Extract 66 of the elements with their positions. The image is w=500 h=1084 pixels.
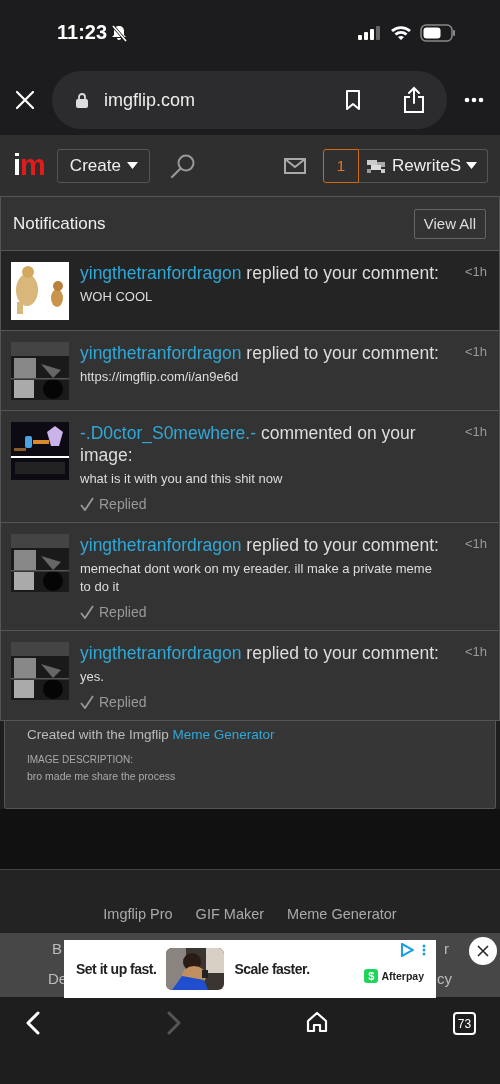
share-icon[interactable] — [403, 86, 425, 114]
footer-link[interactable]: Meme Generator — [287, 906, 397, 922]
footer-link[interactable]: B — [52, 940, 62, 970]
play-icon[interactable] — [400, 943, 414, 957]
notification-message: yes. — [80, 668, 105, 686]
lock-icon — [76, 92, 88, 108]
notification-title: yingthetranfordragon replied to your comment: — [80, 262, 439, 284]
notification-time: <1h — [464, 263, 487, 281]
close-icon — [477, 945, 489, 957]
home-icon[interactable] — [306, 1011, 329, 1033]
back-icon[interactable] — [25, 1011, 41, 1035]
username-link[interactable]: yingthetranfordragon — [80, 643, 242, 663]
notification-message: memechat dont work on my ereader. ill make a private meme to do it — [80, 560, 433, 596]
notification-title: yingthetranfordragon replied to your comment: — [80, 342, 439, 364]
notification-time: <1h — [464, 423, 487, 441]
search-icon[interactable] — [169, 152, 196, 179]
status-time: 11:23 — [57, 21, 108, 44]
username-link[interactable]: yingthetranfordragon — [80, 263, 242, 283]
caret-icon — [126, 162, 138, 169]
notification-title: yingthetranfordragon replied to your comment: — [80, 642, 439, 664]
bookmark-icon[interactable] — [345, 90, 361, 110]
wifi-icon — [390, 24, 412, 41]
notification-row[interactable]: yingthetranfordragon replied to your comment: <1h WOH COOL — [1, 251, 499, 331]
caret-icon — [466, 162, 477, 169]
view-all-button[interactable]: View All — [413, 208, 486, 239]
description-text: bro made me share the process — [27, 770, 177, 782]
mail-icon[interactable] — [284, 157, 307, 174]
panel-title: Notifications — [13, 213, 106, 234]
notification-time: <1h — [464, 535, 487, 553]
url-text: imgflip.com — [104, 89, 196, 111]
footer-link[interactable]: r — [444, 940, 449, 970]
notification-time: <1h — [464, 343, 487, 361]
notification-time: <1h — [464, 643, 487, 661]
notification-title: -.D0ctor_S0mewhere.- commented on your image: — [80, 422, 417, 466]
signal-icon — [358, 25, 382, 40]
ad-banner[interactable]: Set it up fast. Scale faster. $ Afterpay — [64, 940, 436, 998]
replied-label: Replied — [99, 496, 147, 512]
ad-tagline: Scale faster. — [234, 961, 310, 977]
close-icon[interactable] — [15, 90, 35, 110]
user-menu-button[interactable]: RewriteS — [359, 148, 488, 183]
replied-label: Replied — [99, 694, 147, 710]
username-link[interactable]: yingthetranfordragon — [80, 343, 242, 363]
battery-icon — [420, 23, 456, 42]
brand-name: Afterpay — [381, 970, 424, 982]
caption-text: Created with the Imgflip Meme Generator — [27, 727, 276, 742]
notification-title: yingthetranfordragon replied to your comment: — [80, 534, 439, 556]
notification-message: what is it with you and this shit now — [80, 470, 284, 488]
address-bar[interactable]: imgflip.com — [52, 71, 447, 129]
footer-link[interactable]: Imgflip Pro — [103, 906, 173, 922]
notification-message: WOH COOL — [80, 288, 154, 306]
avatar-icon — [367, 157, 388, 174]
tabs-button[interactable]: 73 — [452, 1012, 476, 1035]
more-icon[interactable] — [464, 97, 484, 103]
footer-link[interactable]: GIF Maker — [195, 906, 265, 922]
meme-generator-link[interactable]: Meme Generator — [172, 727, 275, 742]
close-ad-button[interactable] — [469, 937, 497, 965]
username-link[interactable]: -.D0ctor_S0mewhere.- — [80, 423, 257, 443]
brand-mark: $ — [364, 969, 379, 983]
description-label: IMAGE DESCRIPTION: — [27, 754, 135, 765]
create-button[interactable]: Create — [56, 148, 150, 183]
footer-link[interactable]: cy — [437, 970, 452, 987]
notification-count-button[interactable]: 1 — [323, 148, 360, 183]
ad-headline: Set it up fast. — [76, 961, 157, 977]
username-link[interactable]: yingthetranfordragon — [80, 535, 242, 555]
replied-label: Replied — [99, 604, 147, 620]
notification-message: https://imgflip.com/i/an9e6d — [80, 368, 240, 386]
